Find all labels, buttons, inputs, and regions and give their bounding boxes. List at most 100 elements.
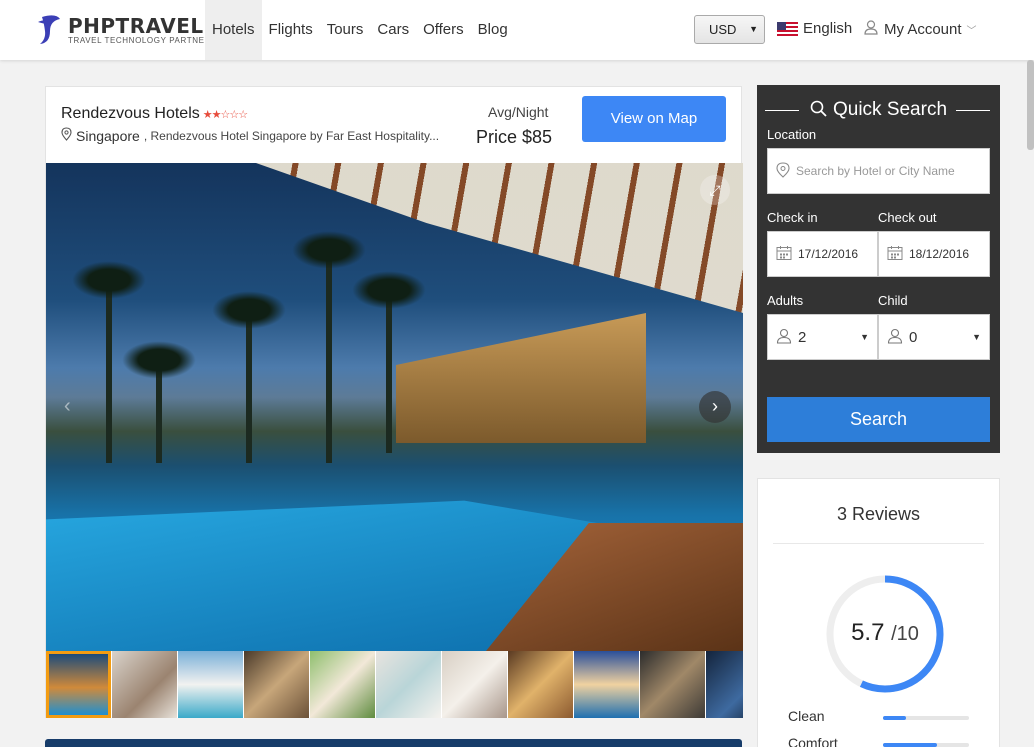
us-flag-icon <box>777 21 798 36</box>
photo-palm <box>72 261 146 463</box>
account-label: My Account <box>884 21 962 38</box>
calendar-icon <box>776 245 792 264</box>
metric-comfort-label: Comfort <box>788 735 838 747</box>
metric-clean-bar <box>883 716 969 720</box>
nav-hotels[interactable]: Hotels <box>205 0 262 60</box>
currency-select[interactable]: USD ▼ <box>694 15 765 44</box>
checkin-input[interactable]: 17/12/2016 <box>767 231 878 277</box>
user-icon <box>864 20 878 39</box>
photo-palm <box>122 341 196 463</box>
child-label: Child <box>878 293 908 308</box>
metric-comfort-bar <box>883 743 969 747</box>
metric-bar-fill <box>883 716 907 720</box>
thumbnail[interactable] <box>244 651 309 718</box>
thumbnail[interactable] <box>706 651 743 718</box>
nav-flights[interactable]: Flights <box>262 0 320 60</box>
caret-down-icon: ▼ <box>972 332 981 342</box>
hotel-main-photo[interactable]: ⤢ ‹ › <box>46 163 743 651</box>
overall-score: 5.7 /10 <box>825 619 945 647</box>
checkout-input[interactable]: 18/12/2016 <box>878 231 990 277</box>
currency-value: USD <box>709 22 737 37</box>
user-icon <box>887 328 903 347</box>
hotel-location: Singapore , Rendezvous Hotel Singapore b… <box>61 127 439 144</box>
thumbnail[interactable] <box>310 651 375 718</box>
thumbnail[interactable] <box>442 651 507 718</box>
star-outline-icon: ☆☆☆ <box>220 109 248 121</box>
caret-down-icon: ▼ <box>860 332 869 342</box>
quick-search-title: Quick Search <box>832 99 948 120</box>
star-icon: ★★ <box>202 109 222 121</box>
nav-cars[interactable]: Cars <box>370 0 416 60</box>
title-divider <box>956 110 990 111</box>
language-label: English <box>803 20 853 37</box>
thumbnail[interactable] <box>508 651 573 718</box>
thumbnail[interactable] <box>46 651 111 718</box>
star-rating: ★★☆☆☆ <box>202 109 248 121</box>
map-pin-icon <box>61 127 72 144</box>
metric-clean-label: Clean <box>788 708 825 724</box>
scrollbar[interactable] <box>1027 60 1034 150</box>
child-select[interactable]: 0 ▼ <box>878 314 990 360</box>
reviews-title: 3 Reviews <box>758 504 999 525</box>
search-button[interactable]: Search <box>767 397 990 442</box>
photo-palm <box>292 231 366 463</box>
user-icon <box>776 328 792 347</box>
logo-tagline: TRAVEL TECHNOLOGY PARTNER <box>68 35 211 45</box>
checkout-value: 18/12/2016 <box>909 247 970 261</box>
calendar-icon <box>887 245 903 264</box>
chevron-right-icon[interactable]: › <box>699 391 731 423</box>
site-header: PHPTRAVELS TRAVEL TECHNOLOGY PARTNER Hot… <box>0 0 1034 60</box>
checkout-label: Check out <box>878 210 937 225</box>
thumbnail-strip <box>46 651 743 718</box>
location-placeholder: Search by Hotel or City Name <box>796 164 955 178</box>
logo-icon <box>36 13 64 47</box>
checkin-label: Check in <box>767 210 818 225</box>
photo-palm <box>212 291 286 463</box>
chevron-down-icon: ﹀ <box>966 26 977 37</box>
thumbnail[interactable] <box>640 651 705 718</box>
divider <box>773 543 984 544</box>
section-bar <box>45 739 742 747</box>
quick-search-header: Quick Search <box>757 99 1000 123</box>
language-selector[interactable]: English <box>777 20 852 37</box>
nav-blog[interactable]: Blog <box>471 0 515 60</box>
fullscreen-icon[interactable]: ⤢ <box>700 175 730 205</box>
thumbnail[interactable] <box>112 651 177 718</box>
location-label: Location <box>767 127 817 142</box>
score-value: 5.7 <box>851 619 885 646</box>
search-icon <box>810 100 827 123</box>
hotel-card: Rendezvous Hotels ★★☆☆☆ Singapore , Rende… <box>45 86 743 718</box>
account-menu[interactable]: My Account ﹀ <box>864 20 977 39</box>
adults-label: Adults <box>767 293 804 308</box>
thumbnail[interactable] <box>574 651 639 718</box>
hotel-city: Singapore <box>76 127 140 144</box>
chevron-left-icon[interactable]: ‹ <box>64 395 71 418</box>
map-pin-icon <box>776 161 790 181</box>
hotel-name: Rendezvous Hotels <box>61 105 200 122</box>
main-nav: Hotels Flights Tours Cars Offers Blog <box>205 0 515 60</box>
hotel-address: , Rendezvous Hotel Singapore by Far East… <box>143 128 440 143</box>
logo[interactable]: PHPTRAVELS TRAVEL TECHNOLOGY PARTNER <box>36 12 219 48</box>
photo-building <box>396 313 646 443</box>
photo-palm <box>352 271 426 453</box>
price-label: Price $85 <box>476 127 553 147</box>
location-input[interactable]: Search by Hotel or City Name <box>767 148 990 194</box>
thumbnail[interactable] <box>376 651 441 718</box>
adults-value: 2 <box>798 328 807 346</box>
nav-offers[interactable]: Offers <box>416 0 471 60</box>
logo-title: PHPTRAVELS <box>68 13 219 38</box>
view-on-map-button[interactable]: View on Map <box>582 96 726 142</box>
title-divider <box>765 110 799 111</box>
checkin-value: 17/12/2016 <box>798 247 859 261</box>
quick-search-panel: Quick Search Location Search by Hotel or… <box>757 85 1000 453</box>
caret-down-icon: ▼ <box>749 24 758 34</box>
nav-tours[interactable]: Tours <box>320 0 371 60</box>
reviews-count: 3 <box>836 504 847 524</box>
hotel-title: Rendezvous Hotels ★★☆☆☆ <box>61 105 248 123</box>
thumbnail[interactable] <box>178 651 243 718</box>
score-max: /10 <box>891 623 919 645</box>
adults-select[interactable]: 2 ▼ <box>767 314 878 360</box>
reviews-panel: 3 Reviews 5.7 /10 Clean Comfort <box>757 478 1000 747</box>
metric-bar-fill <box>883 743 938 747</box>
child-value: 0 <box>909 328 918 346</box>
